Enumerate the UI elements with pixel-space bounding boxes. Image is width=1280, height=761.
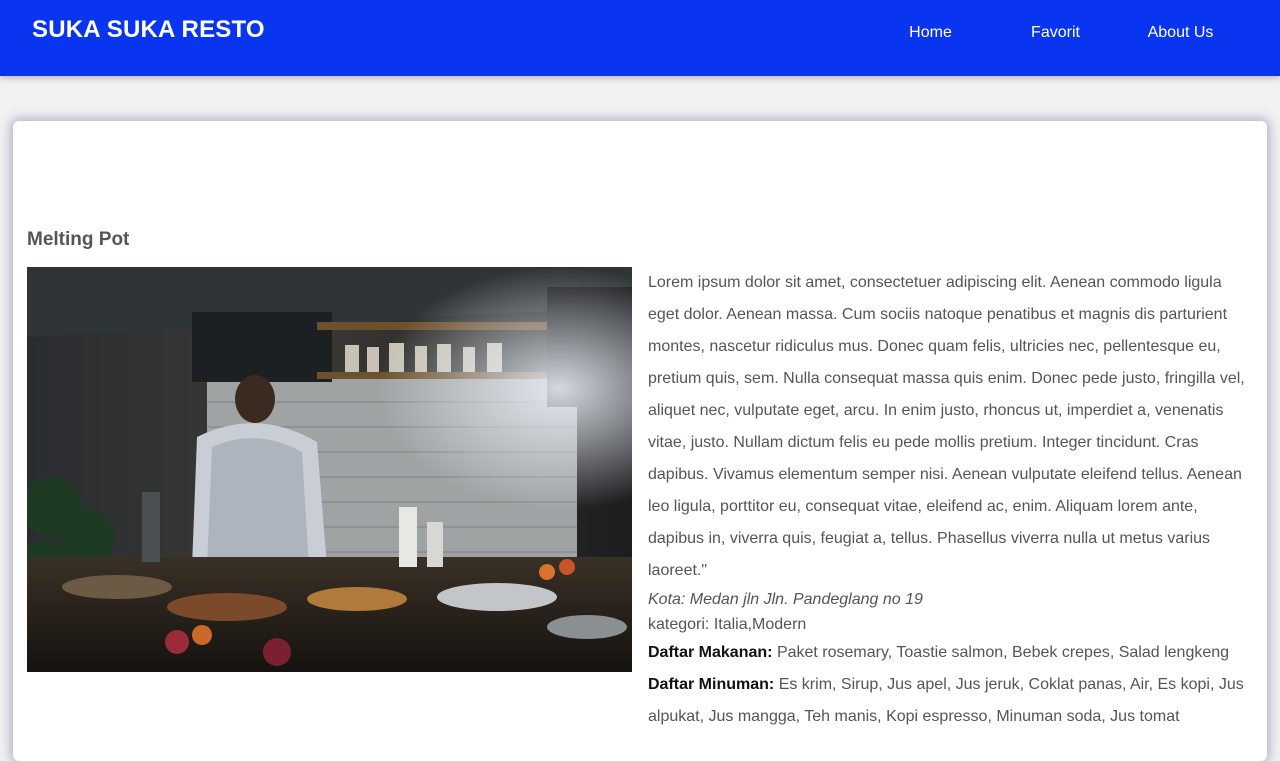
nav-favorit-link[interactable]: Favorit <box>993 22 1118 44</box>
drink-menu-label: Daftar Minuman: <box>648 676 775 693</box>
nav-home-link[interactable]: Home <box>868 22 993 44</box>
food-menu-list: Paket rosemary, Toastie salmon, Bebek cr… <box>776 644 1230 661</box>
restaurant-photo <box>27 267 632 672</box>
site-brand[interactable]: SUKA SUKA RESTO <box>32 16 265 44</box>
restaurant-category: kategori: Italia,Modern <box>648 616 807 633</box>
main-nav: Home Favorit About Us <box>868 22 1243 44</box>
restaurant-detail-card: Melting Pot Lorem ipsum dolor sit amet, … <box>13 121 1267 761</box>
drink-menu: Daftar Minuman: Es krim, Sirup, Jus apel… <box>648 669 1254 733</box>
restaurant-city: Kota: Medan jln Jln. Pandeglang no 19 <box>648 591 923 608</box>
top-navigation-bar: SUKA SUKA RESTO Home Favorit About Us <box>0 0 1280 76</box>
nav-about-us-link[interactable]: About Us <box>1118 22 1243 44</box>
food-menu-label: Daftar Makanan: <box>648 644 773 661</box>
restaurant-info: Lorem ipsum dolor sit amet, consectetuer… <box>648 267 1254 733</box>
food-menu: Daftar Makanan: Paket rosemary, Toastie … <box>648 637 1254 669</box>
restaurant-kitchen-image <box>27 267 632 672</box>
restaurant-name: Melting Pot <box>27 229 130 250</box>
restaurant-description: Lorem ipsum dolor sit amet, consectetuer… <box>648 274 1245 579</box>
